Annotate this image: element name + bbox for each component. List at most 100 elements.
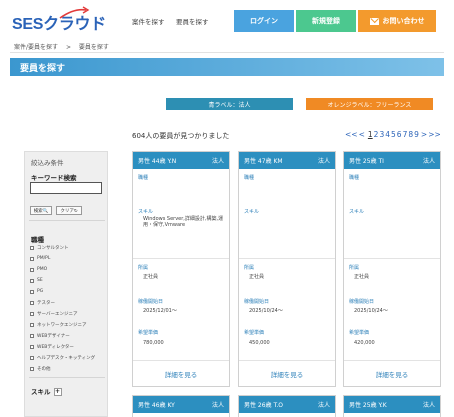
login-button[interactable]: ログイン <box>234 10 294 32</box>
checkbox[interactable] <box>30 334 34 338</box>
field-value-start: 2025/10/24〜 <box>354 308 388 314</box>
detail-link[interactable]: 詳細を見る <box>133 360 229 386</box>
field-label-job: 職種 <box>138 175 149 181</box>
field-label-affiliation: 所属 <box>349 265 360 271</box>
pager-page[interactable]: 7 <box>403 130 408 139</box>
checkbox[interactable] <box>30 289 34 294</box>
field-label-job: 職種 <box>349 175 360 181</box>
legend-freelance: オレンジラベル：フリーランス <box>306 98 433 110</box>
field-label-skill: スキル <box>138 209 154 215</box>
pager-page[interactable]: 6 <box>397 130 402 139</box>
checkbox[interactable] <box>30 356 34 360</box>
card-type-badge: 法人 <box>422 158 435 165</box>
keyword-input[interactable] <box>30 182 102 194</box>
logo-swoosh-icon <box>59 6 90 19</box>
card-type-badge: 法人 <box>211 158 224 165</box>
checkbox[interactable] <box>30 246 34 250</box>
personnel-card: 男性 25歳 TI 法人 職種 スキル 所属 正社員 稼働開始日 2025/10/… <box>343 151 441 387</box>
job-checkbox-tester[interactable]: テスター <box>30 300 55 306</box>
card-profile: 男性 26歳 T.O <box>244 402 284 409</box>
pager-page[interactable]: 9 <box>414 130 419 139</box>
job-type-label: 職種 <box>31 236 44 244</box>
job-checkbox-server[interactable]: サーバーエンジニア <box>30 311 77 317</box>
job-checkbox-consultant[interactable]: コンサルタント <box>30 245 69 251</box>
checkbox[interactable] <box>30 345 34 349</box>
field-label-start: 稼働開始日 <box>349 299 375 305</box>
job-label: ヘルプデスク・キッティング <box>37 356 96 361</box>
field-label-skill: スキル <box>244 209 260 215</box>
field-label-price: 希望単価 <box>244 330 265 336</box>
card-profile: 男性 47歳 KM <box>244 158 283 165</box>
skill-expand-button[interactable]: + <box>53 388 62 396</box>
job-checkbox-web-director[interactable]: WEBディレクター <box>30 344 74 350</box>
job-label: WEBデザイナー <box>37 334 70 339</box>
job-checkbox-other[interactable]: その他 <box>30 366 51 372</box>
job-checkbox-helpdesk[interactable]: ヘルプデスク・キッティング <box>30 355 95 361</box>
search-button[interactable]: 検索🔍 <box>30 206 52 215</box>
field-label-price: 希望単価 <box>138 330 159 336</box>
pager-page[interactable]: 8 <box>408 130 413 139</box>
checkbox[interactable] <box>30 312 34 316</box>
pager-page[interactable]: 4 <box>385 130 390 139</box>
field-value-skill: Windows Server,詳細設計,構築,運用・保守,Vmware <box>143 216 224 228</box>
field-label-price: 希望単価 <box>349 330 370 336</box>
job-label: WEBディレクター <box>37 345 74 350</box>
checkbox[interactable] <box>30 301 34 305</box>
job-checkbox-pmpl[interactable]: PM/PL <box>30 256 50 261</box>
register-button[interactable]: 新規登録 <box>296 10 356 32</box>
card-header: 男性 25歳 TI 法人 <box>344 152 440 169</box>
divider <box>29 377 105 378</box>
field-label-job: 職種 <box>244 175 255 181</box>
pager-page[interactable]: 2 <box>374 130 379 139</box>
card-profile: 男性 25歳 Y.K <box>349 402 387 409</box>
nav-find-projects[interactable]: 案件を探す <box>132 16 165 26</box>
field-value-affiliation: 正社員 <box>354 274 370 280</box>
checkbox[interactable] <box>30 256 34 261</box>
card-type-badge: 法人 <box>317 158 330 165</box>
pager-prev[interactable]: < <box>359 130 365 139</box>
card-header: 男性 47歳 KM 法人 <box>239 152 335 169</box>
job-checkbox-pg[interactable]: PG <box>30 289 43 294</box>
checkbox[interactable] <box>30 367 34 371</box>
pager-next[interactable]: > <box>421 130 427 139</box>
filter-title: 絞込み条件 <box>31 159 64 167</box>
card-profile: 男性 25歳 TI <box>349 158 384 165</box>
card-header: 男性 26歳 T.O 法人 <box>239 396 335 413</box>
job-checkbox-se[interactable]: SE <box>30 278 43 283</box>
mail-icon <box>369 17 379 25</box>
checkbox[interactable] <box>30 267 34 272</box>
job-label: PMO <box>37 267 48 272</box>
field-value-affiliation: 正社員 <box>143 274 159 280</box>
field-label-start: 稼働開始日 <box>138 299 164 305</box>
breadcrumb-link-search[interactable]: 案件/要員を探す <box>14 44 58 51</box>
field-label-affiliation: 所属 <box>138 265 149 271</box>
divider <box>344 258 440 259</box>
card-profile: 男性 44歳 Y.N <box>138 158 177 165</box>
clear-button[interactable]: クリア↻ <box>56 206 82 215</box>
logo-ses: SES <box>12 16 44 33</box>
pager-page[interactable]: 5 <box>391 130 396 139</box>
pager-first[interactable]: << <box>345 130 358 139</box>
breadcrumb-current: 要員を探す <box>78 44 109 51</box>
field-label-start: 稼働開始日 <box>244 299 270 305</box>
job-label: PG <box>37 289 44 294</box>
nav-find-personnel[interactable]: 要員を探す <box>176 16 209 26</box>
pagination: << < 1 2 3 4 5 6 7 8 9 > >> <box>345 130 441 139</box>
job-checkbox-pmo[interactable]: PMO <box>30 267 47 272</box>
skill-label: スキル <box>31 388 51 396</box>
personnel-card: 男性 25歳 Y.K 法人 <box>343 395 441 417</box>
job-label: PM/PL <box>37 256 51 261</box>
pager-page[interactable]: 3 <box>379 130 384 139</box>
field-label-skill: スキル <box>349 209 365 215</box>
page-title-bar: 要員を探す <box>10 58 444 76</box>
contact-button[interactable]: お問い合わせ <box>358 10 436 32</box>
pager-last[interactable]: >> <box>428 130 441 139</box>
checkbox[interactable] <box>30 323 34 327</box>
card-type-badge: 法人 <box>317 402 330 409</box>
detail-link[interactable]: 詳細を見る <box>239 360 335 386</box>
checkbox[interactable] <box>30 278 34 283</box>
job-label: ネットワークエンジニア <box>37 323 87 328</box>
detail-link[interactable]: 詳細を見る <box>344 360 440 386</box>
job-checkbox-network[interactable]: ネットワークエンジニア <box>30 322 87 328</box>
job-checkbox-web-designer[interactable]: WEBデザイナー <box>30 333 70 339</box>
